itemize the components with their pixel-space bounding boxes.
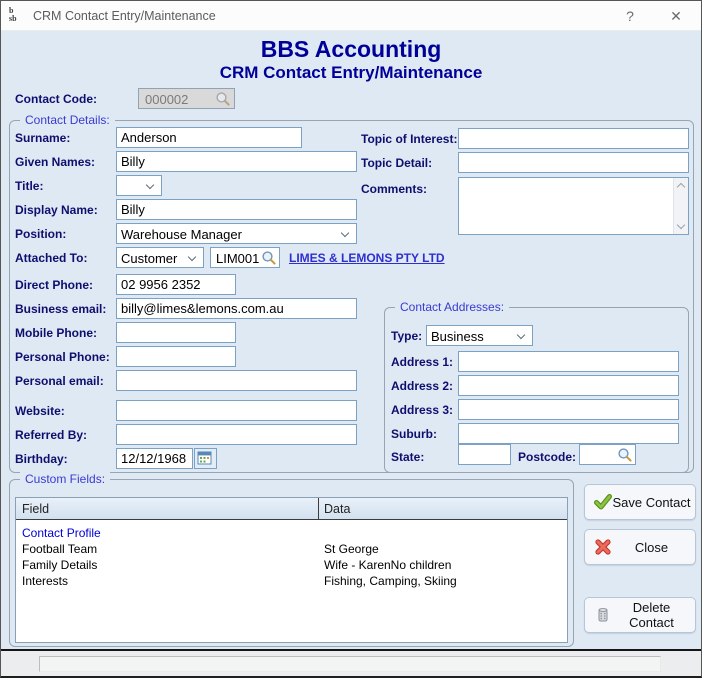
address1-input[interactable] — [458, 351, 679, 372]
search-icon[interactable] — [617, 447, 633, 463]
window-title: CRM Contact Entry/Maintenance — [33, 9, 216, 23]
column-header-data[interactable]: Data — [324, 502, 350, 516]
given-names-label: Given Names: — [15, 155, 95, 169]
custom-fields-group-label: Custom Fields: — [20, 472, 110, 486]
scroll-down-icon[interactable] — [677, 221, 685, 229]
search-icon[interactable] — [215, 91, 231, 107]
postcode-label: Postcode: — [518, 450, 576, 464]
suburb-label: Suburb: — [391, 427, 437, 441]
status-message-panel — [39, 656, 661, 672]
address1-label: Address 1: — [391, 355, 453, 369]
referred-by-input[interactable] — [116, 424, 357, 445]
column-header-field[interactable]: Field — [22, 502, 49, 516]
state-input[interactable] — [458, 444, 511, 465]
surname-input[interactable] — [116, 127, 302, 148]
business-email-label: Business email: — [15, 302, 106, 316]
topic-of-interest-label: Topic of Interest: — [361, 132, 457, 146]
red-x-icon — [594, 538, 612, 556]
table-row-family-details[interactable]: Family Details Wife - KarenNo children — [16, 557, 567, 573]
birthday-label: Birthday: — [15, 452, 68, 466]
website-label: Website: — [15, 404, 65, 418]
close-button[interactable]: Close — [584, 529, 696, 565]
custom-fields-table: Field Data Contact Profile Football Team… — [15, 497, 568, 643]
referred-by-label: Referred By: — [15, 428, 87, 442]
chevron-down-icon — [146, 181, 154, 189]
attached-to-code-field[interactable]: LIM001 — [210, 247, 280, 268]
topic-detail-input[interactable] — [458, 152, 689, 173]
personal-email-input[interactable] — [116, 370, 357, 391]
contact-addresses-group-label: Contact Addresses: — [395, 300, 509, 314]
state-label: State: — [391, 450, 424, 464]
title-bar: bsb CRM Contact Entry/Maintenance ? ✕ — [1, 1, 701, 31]
direct-phone-label: Direct Phone: — [15, 278, 93, 292]
mobile-phone-input[interactable] — [116, 322, 236, 343]
display-name-label: Display Name: — [15, 203, 98, 217]
bsb-logo-icon: bsb — [9, 7, 27, 25]
personal-email-label: Personal email: — [15, 374, 104, 388]
crm-window: bsb CRM Contact Entry/Maintenance ? ✕ BB… — [0, 0, 702, 678]
status-bar — [1, 651, 701, 677]
position-label: Position: — [15, 227, 66, 241]
mobile-phone-label: Mobile Phone: — [15, 326, 97, 340]
comments-scrollbar[interactable] — [673, 178, 688, 234]
address3-label: Address 3: — [391, 403, 453, 417]
topic-detail-label: Topic Detail: — [361, 156, 432, 170]
address2-input[interactable] — [458, 375, 679, 396]
table-row-interests[interactable]: Interests Fishing, Camping, Skiing — [16, 573, 567, 589]
attached-company-link[interactable]: LIMES & LEMONS PTY LTD — [289, 251, 445, 265]
birthday-input[interactable] — [116, 448, 193, 469]
contact-code-label: Contact Code: — [15, 92, 97, 106]
table-row-football-team[interactable]: Football Team St George — [16, 541, 567, 557]
screen-title: CRM Contact Entry/Maintenance — [1, 63, 701, 83]
contact-details-group-label: Contact Details: — [20, 113, 115, 127]
position-dropdown[interactable]: Warehouse Manager — [116, 223, 357, 244]
chevron-down-icon — [517, 331, 525, 339]
website-input[interactable] — [116, 400, 357, 421]
business-email-input[interactable] — [116, 298, 357, 319]
app-title: BBS Accounting — [1, 36, 701, 63]
contact-code-field[interactable]: 000002 — [138, 88, 235, 109]
address3-input[interactable] — [458, 399, 679, 420]
calendar-icon — [197, 450, 213, 466]
chevron-down-icon — [341, 229, 349, 237]
address-type-label: Type: — [391, 329, 422, 343]
attached-to-type-dropdown[interactable]: Customer — [116, 247, 204, 268]
title-dropdown[interactable] — [116, 175, 162, 196]
attached-to-label: Attached To: — [15, 251, 87, 265]
column-divider[interactable] — [318, 498, 319, 520]
comments-label: Comments: — [361, 182, 427, 196]
suburb-input[interactable] — [458, 423, 679, 444]
close-window-button[interactable]: ✕ — [653, 1, 699, 31]
personal-phone-input[interactable] — [116, 346, 236, 367]
contact-code-value: 000002 — [145, 92, 188, 107]
topic-of-interest-input[interactable] — [458, 128, 689, 149]
attached-to-code-value: LIM001 — [216, 251, 259, 266]
display-name-input[interactable] — [116, 199, 357, 220]
surname-label: Surname: — [15, 131, 70, 145]
address-type-dropdown[interactable]: Business — [426, 325, 533, 346]
postcode-field[interactable] — [579, 444, 636, 465]
check-icon — [594, 493, 612, 511]
birthday-calendar-button[interactable] — [194, 448, 217, 469]
scroll-up-icon[interactable] — [677, 183, 685, 191]
custom-fields-header: Field Data — [16, 498, 567, 520]
trash-bin-icon — [594, 606, 612, 624]
save-contact-button[interactable]: Save Contact — [584, 484, 696, 520]
comments-textarea[interactable] — [458, 177, 689, 235]
search-icon[interactable] — [261, 250, 277, 266]
help-button[interactable]: ? — [607, 1, 653, 31]
delete-contact-button[interactable]: Delete Contact — [584, 597, 696, 633]
title-label: Title: — [15, 179, 43, 193]
personal-phone-label: Personal Phone: — [15, 350, 110, 364]
chevron-down-icon — [188, 253, 196, 261]
direct-phone-input[interactable] — [116, 274, 236, 295]
table-row-contact-profile[interactable]: Contact Profile — [16, 525, 567, 541]
address2-label: Address 2: — [391, 379, 453, 393]
given-names-input[interactable] — [116, 151, 357, 172]
